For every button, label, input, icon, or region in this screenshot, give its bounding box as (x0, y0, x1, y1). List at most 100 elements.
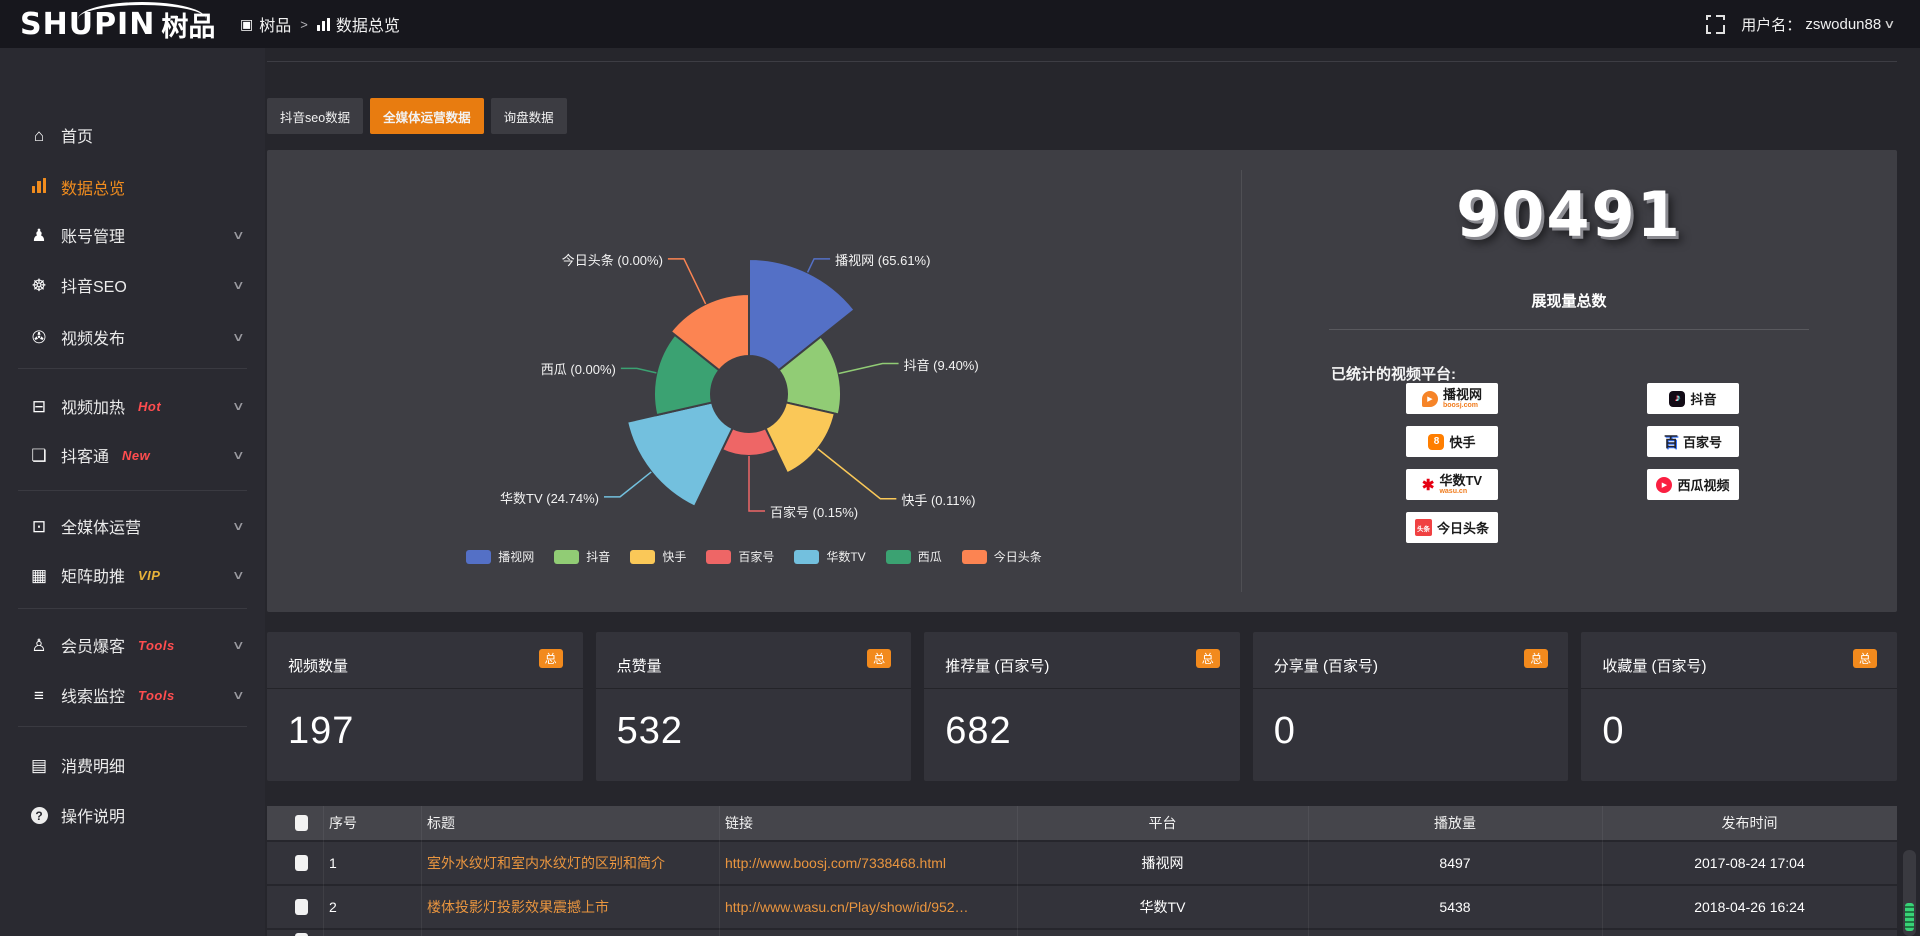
stat-card-value: 197 (288, 710, 354, 753)
sidebar-item-clue-monitor[interactable]: ≡线索监控Tools∨ (0, 675, 265, 715)
cell-value: 播视网 (1142, 853, 1184, 873)
user-menu[interactable]: 用户名： zswodun88 ∨ (1741, 14, 1894, 35)
sidebar-divider (18, 608, 247, 609)
cell-value: 5438 (1439, 899, 1470, 915)
desktop-icon: ⊡ (32, 517, 46, 536)
chevron-down-icon: ∨ (232, 688, 245, 702)
sidebar-item-data-overview[interactable]: 数据总览 (0, 167, 265, 207)
total-badge[interactable]: 总 (867, 649, 891, 668)
table-column-separator (1308, 806, 1309, 936)
legend-label: 抖音 (586, 548, 610, 565)
bar-chart-icon (317, 18, 330, 31)
row-checkbox[interactable] (295, 899, 308, 915)
legend-label: 快手 (662, 548, 686, 565)
home-icon: ⌂ (34, 126, 44, 145)
sidebar-item-account-management[interactable]: ♟账号管理∨ (0, 215, 265, 255)
row-checkbox-cell (267, 930, 323, 936)
video-title-link[interactable]: 室外水纹灯和室内水纹灯的区别和简介 (427, 853, 665, 873)
breadcrumb-item-2[interactable]: 数据总览 (317, 12, 400, 36)
total-badge[interactable]: 总 (539, 649, 563, 668)
sidebar-item-label: 视频加热 (61, 394, 125, 418)
row-checkbox[interactable] (295, 855, 308, 871)
legend-item-抖音[interactable]: 抖音 (554, 548, 610, 565)
sidebar-item-badge: Tools (138, 638, 175, 653)
breadcrumb-label: 树品 (259, 12, 291, 36)
platform-badge-douyin: ♪抖音 (1647, 383, 1739, 414)
platforms-label: 已统计的视频平台: (1331, 363, 1456, 384)
tab-inquiry-data[interactable]: 询盘数据 (491, 98, 567, 134)
toutiao-logo-icon: 头条 (1415, 519, 1432, 536)
question-icon: ? (31, 807, 48, 824)
video-camera-icon: ✇ (28, 329, 50, 346)
legend-item-快手[interactable]: 快手 (630, 548, 686, 565)
total-badge[interactable]: 总 (1853, 649, 1877, 668)
scrollbar-track[interactable] (1903, 850, 1916, 936)
pie-label-今日头条: 今日头条 (0.00%) (562, 250, 663, 269)
sidebar-item-home[interactable]: ⌂首页 (0, 115, 265, 155)
douyin-logo-icon: ♪ (1669, 391, 1685, 407)
sidebar-item-badge: New (122, 448, 150, 463)
pie-label-播视网: 播视网 (65.61%) (835, 250, 930, 269)
row-checkbox-cell (267, 899, 323, 915)
sidebar-item-consume-detail[interactable]: ▤消费明细 (0, 745, 265, 785)
legend-label: 西瓜 (918, 548, 942, 565)
scrollbar-thumb[interactable] (1905, 903, 1914, 931)
summary-panel: 90491 展现量总数 已统计的视频平台: ▶播视网boosj.com8快手✱华… (1241, 150, 1897, 612)
pie-label-line (668, 259, 706, 304)
column-header-label: 标题 (427, 813, 455, 833)
stat-card-label: 收藏量 (百家号) (1602, 655, 1706, 676)
cell-no: 1 (323, 855, 421, 871)
legend-item-播视网[interactable]: 播视网 (466, 548, 534, 565)
logo[interactable]: SHUPIN 树品 (20, 5, 215, 44)
total-badge[interactable]: 总 (1524, 649, 1548, 668)
video-url-link[interactable]: http://www.wasu.cn/Play/show/id/952… (725, 899, 969, 915)
sidebar-item-instructions[interactable]: ?操作说明 (0, 795, 265, 835)
wasu-logo-icon: ✱ (1422, 476, 1435, 494)
legend-item-华数TV[interactable]: 华数TV (794, 548, 865, 565)
platform-badges-col2: ♪抖音百百家号▶西瓜视频 (1647, 383, 1739, 500)
cell-title: 室外水纹灯和室内水纹灯的区别和简介 (421, 853, 719, 873)
legend-item-西瓜[interactable]: 西瓜 (886, 548, 942, 565)
table-column-separator (1602, 806, 1603, 936)
legend-swatch (794, 550, 819, 564)
sidebar-divider (18, 490, 247, 491)
video-title-link[interactable]: 楼体投影灯投影效果震撼上市 (427, 897, 609, 917)
tab-media-operation-data[interactable]: 全媒体运营数据 (370, 98, 484, 134)
top-header: SHUPIN 树品 ▣树品>数据总览 用户名： zswodun88 ∨ (0, 0, 1920, 48)
fullscreen-icon[interactable] (1706, 15, 1725, 34)
impressions-total-value: 90491 (1241, 178, 1897, 251)
summary-divider (1329, 329, 1809, 330)
cell-plays: 5438 (1308, 899, 1602, 915)
pie-slice-华数TV[interactable] (627, 402, 732, 506)
stat-card-3: 推荐量 (百家号)总682 (924, 632, 1240, 781)
total-badge[interactable]: 总 (1196, 649, 1220, 668)
person-walk-icon: ♙ (31, 636, 46, 655)
stat-card-4: 分享量 (百家号)总0 (1253, 632, 1569, 781)
table-header-platform: 平台 (1017, 813, 1308, 833)
sidebar-item-douketong[interactable]: ❏抖客通New∨ (0, 435, 265, 475)
pie-chart-svg (267, 150, 1241, 612)
legend-item-今日头条[interactable]: 今日头条 (962, 548, 1042, 565)
breadcrumb-item-1[interactable]: ▣ 树品 (240, 12, 291, 36)
sidebar-item-media-operation[interactable]: ⊡全媒体运营∨ (0, 506, 265, 546)
video-url-link[interactable]: http://www.boosj.com/7338468.html (725, 855, 946, 871)
sidebar-item-douyin-seo[interactable]: ☸抖音SEO∨ (0, 265, 265, 305)
sidebar-item-label: 数据总览 (61, 175, 125, 199)
table-header-row: 序号标题链接平台播放量发布时间 (267, 806, 1897, 840)
legend-swatch (706, 550, 731, 564)
sidebar-item-matrix-boost[interactable]: ▦矩阵助推VIP∨ (0, 555, 265, 595)
select-all-checkbox[interactable] (295, 815, 308, 831)
cell-time: 2018-04-26 16:24 (1602, 899, 1897, 915)
table-row: 1 室外水纹灯和室内水纹灯的区别和简介 http://www.boosj.com/7… (267, 842, 1897, 884)
pie-slice-快手[interactable] (765, 402, 834, 473)
screen-icon: ⊟ (28, 398, 50, 415)
sidebar-item-video-publish[interactable]: ✇视频发布∨ (0, 317, 265, 357)
cell-platform: 播视网 (1017, 853, 1308, 873)
legend-item-百家号[interactable]: 百家号 (706, 548, 774, 565)
tab-douyin-seo-data[interactable]: 抖音seo数据 (267, 98, 363, 134)
sidebar-item-member-burst[interactable]: ♙会员爆客Tools∨ (0, 625, 265, 665)
grid-icon: ▣ (240, 16, 253, 33)
camera-icon: ✇ (32, 328, 46, 347)
sidebar-item-video-heat[interactable]: ⊟视频加热Hot∨ (0, 386, 265, 426)
home-icon: ⌂ (28, 127, 50, 144)
